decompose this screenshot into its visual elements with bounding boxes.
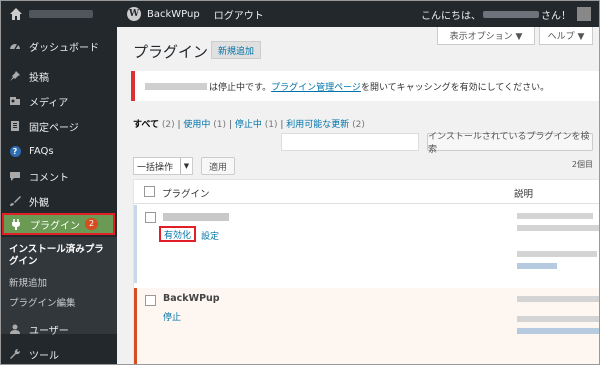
bulk-actions-select[interactable]: 一括操作 ▼ [133, 157, 193, 175]
description-blurred [517, 296, 599, 302]
sidebar-item-label: FAQs [29, 145, 54, 157]
notice-text-b: を開いてキャッシングを有効にしてください。 [360, 82, 550, 93]
plugin-search-input[interactable] [281, 133, 419, 151]
adminbar-site-name[interactable]: BackWPup [147, 9, 200, 20]
version-info-blurred [517, 251, 597, 257]
submenu-plugin-editor[interactable]: プラグイン編集 [9, 295, 76, 309]
details-link-blurred[interactable] [517, 328, 599, 334]
help-button[interactable]: ヘルプ ▼ [539, 27, 593, 45]
add-new-button[interactable]: 新規追加 [211, 41, 262, 59]
submenu-installed-plugins[interactable]: インストール済みプラグイン [9, 244, 113, 268]
filter-active-count: (1) [213, 120, 227, 130]
avatar[interactable] [577, 7, 591, 21]
logout-link[interactable]: ログアウト [214, 7, 264, 22]
chevron-down-icon: ▼ [180, 158, 192, 174]
description-blurred [517, 213, 593, 219]
sidebar-item-plugins[interactable]: プラグイン 2 [2, 213, 115, 235]
sidebar-item-label: 外観 [29, 197, 49, 209]
page-title: プラグイン [133, 44, 209, 61]
comment-icon [9, 170, 21, 182]
user-icon [9, 323, 21, 335]
table-row: 有効化 設定 [134, 205, 599, 283]
filter-inactive[interactable]: 停止中 [235, 120, 262, 130]
row-checkbox[interactable] [145, 212, 156, 223]
description-blurred [517, 225, 599, 231]
sidebar-item-appearance[interactable]: 外観 [1, 190, 117, 212]
site-title-blurred[interactable] [29, 10, 93, 18]
sidebar-item-label: ツール [29, 350, 59, 362]
filter-active[interactable]: 使用中 [183, 120, 210, 130]
plugin-name-blurred [163, 213, 229, 221]
activate-link[interactable]: 有効化 [159, 226, 197, 242]
warning-notice: は停止中です。 プラグイン管理ページ を開いてキャッシングを有効にしてください。 [131, 71, 599, 101]
wordpress-logo-icon[interactable]: W [127, 7, 141, 21]
items-count: 2個目 [571, 160, 593, 169]
sidebar-item-posts[interactable]: 投稿 [1, 65, 117, 87]
sidebar-item-label: ユーザー [29, 325, 69, 337]
sidebar-item-comments[interactable]: コメント [1, 165, 117, 187]
table-row: BackWPup 停止 [134, 288, 599, 364]
plugin-name-blurred [145, 82, 207, 90]
sidebar-item-label: ダッシュボード [29, 42, 99, 54]
sidebar-item-users[interactable]: ユーザー [1, 318, 117, 340]
column-plugin[interactable]: プラグイン [162, 186, 210, 200]
dashboard-icon [9, 40, 21, 52]
filter-all[interactable]: すべて [133, 120, 159, 130]
home-icon[interactable] [9, 7, 23, 21]
column-description: 説明 [514, 189, 534, 200]
notice-text-a: は停止中です。 [209, 82, 272, 93]
plugin-admin-link[interactable]: プラグイン管理ページ [271, 80, 361, 93]
screen-options-button[interactable]: 表示オプション ▼ [437, 27, 535, 45]
plug-icon [10, 218, 22, 230]
username-blurred [483, 10, 539, 18]
search-plugins-button[interactable]: インストールされているプラグインを検索 [427, 132, 593, 155]
admin-sidebar: ダッシュボード 投稿 メディア 固定ページ ? FAQs コメント 外観 プラグ… [1, 27, 117, 364]
sidebar-item-pages[interactable]: 固定ページ [1, 115, 117, 137]
deactivate-link[interactable]: 停止 [163, 310, 181, 323]
sidebar-item-label: 固定ページ [29, 122, 79, 134]
apply-button[interactable]: 適用 [201, 157, 235, 175]
sidebar-item-dashboard[interactable]: ダッシュボード [1, 35, 117, 57]
sidebar-item-tools[interactable]: ツール [1, 343, 117, 364]
row-checkbox[interactable] [145, 295, 156, 306]
main-content: 表示オプション ▼ ヘルプ ▼ プラグイン 新規追加 は停止中です。 プラグイン… [117, 27, 599, 364]
sidebar-item-faqs[interactable]: ? FAQs [1, 140, 117, 162]
filter-update-count: (2) [352, 120, 365, 130]
table-header: プラグイン 説明 [134, 180, 599, 204]
sidebar-item-media[interactable]: メディア [1, 90, 117, 112]
sidebar-item-label: 投稿 [29, 72, 49, 84]
filter-update-available[interactable]: 利用可能な更新 [286, 120, 349, 130]
page-icon [9, 120, 21, 132]
filter-all-count: (2) [161, 120, 175, 130]
screenshot-frame: W BackWPup ログアウト こんにちは、 さん！ ダッシュボード 投稿 メ… [0, 0, 600, 365]
greeting-prefix: こんにちは、 [421, 10, 481, 22]
wrench-icon [9, 348, 21, 360]
filter-inactive-count: (1) [264, 120, 278, 130]
pushpin-icon [9, 70, 21, 82]
greeting-suffix: さん！ [541, 10, 571, 22]
version-info-blurred [517, 316, 599, 322]
account-greeting[interactable]: こんにちは、 さん！ [421, 1, 591, 27]
details-link-blurred[interactable] [517, 263, 557, 269]
brush-icon [9, 195, 21, 207]
media-icon [9, 95, 21, 107]
sidebar-item-label: メディア [29, 97, 69, 109]
status-filters: すべて (2) | 使用中 (1) | 停止中 (1) | 利用可能な更新 (2… [133, 120, 365, 130]
select-all-checkbox[interactable] [144, 186, 155, 197]
sidebar-item-label: プラグイン [30, 220, 80, 232]
question-icon: ? [9, 145, 21, 157]
plugin-name: BackWPup [163, 293, 220, 304]
admin-bar: W BackWPup ログアウト こんにちは、 さん！ [1, 1, 599, 27]
bulk-actions-label: 一括操作 [137, 162, 174, 173]
submenu-add-new[interactable]: 新規追加 [9, 275, 47, 289]
settings-link[interactable]: 設定 [201, 229, 219, 242]
sidebar-item-label: コメント [29, 172, 69, 184]
plugins-table: プラグイン 説明 有効化 設定 BackWPup 停止 [133, 179, 599, 364]
update-count-badge: 2 [85, 218, 99, 230]
